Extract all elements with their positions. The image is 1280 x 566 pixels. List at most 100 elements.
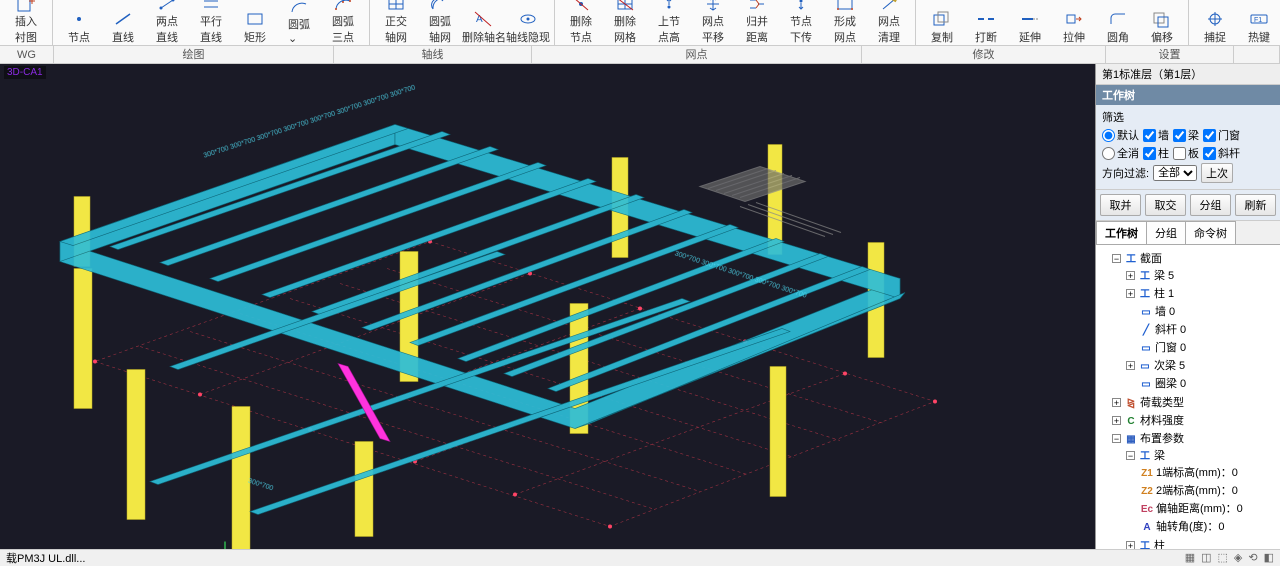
up-node-hi-button[interactable]: 上节点高 xyxy=(649,1,689,45)
status-icon[interactable]: ◧ xyxy=(1264,551,1274,564)
parallel-line-button[interactable]: 平行直线 xyxy=(191,1,231,45)
item-label: 斜杆 0 xyxy=(1155,324,1186,336)
status-icon[interactable]: ◈ xyxy=(1234,551,1242,564)
btn-3[interactable]: 刷新 xyxy=(1235,194,1276,216)
panel-tabs: 工作树分组命令树 xyxy=(1096,221,1280,245)
tab-1[interactable]: 分组 xyxy=(1146,221,1186,244)
rect-label: 矩形 xyxy=(244,29,266,45)
merge-dist-button[interactable]: 归并距离 xyxy=(737,1,777,45)
insert-template-button[interactable]: 插入衬图 xyxy=(6,1,46,45)
cb-brace[interactable]: 斜杆 xyxy=(1203,145,1240,161)
parallel-line-label: 平行直线 xyxy=(200,13,222,45)
btn-1[interactable]: 取交 xyxy=(1145,194,1186,216)
toggle-icon[interactable]: + xyxy=(1126,541,1135,549)
btn-2[interactable]: 分组 xyxy=(1190,194,1231,216)
cb-wall[interactable]: 墙 xyxy=(1143,127,1169,143)
toggle-icon[interactable]: + xyxy=(1112,416,1121,425)
form-grid-icon xyxy=(833,0,857,13)
fillet-button[interactable]: 圆角 xyxy=(1098,1,1138,45)
tree-load[interactable]: 荷载类型 xyxy=(1140,397,1184,409)
cb-beam[interactable]: 梁 xyxy=(1173,127,1199,143)
grid-clean-button[interactable]: 网点清理 xyxy=(869,1,909,45)
tree-layout[interactable]: 布置参数 xyxy=(1140,433,1184,445)
arc-button[interactable]: 圆弧⌄ xyxy=(279,1,319,45)
tree-param[interactable]: A轴转角(度)：0 xyxy=(1140,517,1278,535)
axis-show-label: 轴线隐现 xyxy=(506,29,550,45)
cb-col[interactable]: 柱 xyxy=(1143,145,1169,161)
twopoint-line-button[interactable]: 两点直线 xyxy=(147,1,187,45)
status-icon[interactable]: ▦ xyxy=(1185,551,1195,564)
tree-beam[interactable]: 梁 xyxy=(1154,450,1165,462)
tab-0[interactable]: 工作树 xyxy=(1096,221,1147,244)
toggle-icon[interactable]: + xyxy=(1126,361,1135,370)
tree-item[interactable]: ▭圈梁 0 xyxy=(1126,374,1278,392)
ortho-axis-button[interactable]: 正交轴网 xyxy=(376,1,416,45)
tree-section[interactable]: 截面 xyxy=(1140,253,1162,265)
group-label-6 xyxy=(1234,46,1280,63)
tree-param[interactable]: Ec偏轴距离(mm)：0 xyxy=(1140,499,1278,517)
tree-item[interactable]: +工梁 5 xyxy=(1126,266,1278,284)
radio-allcancel[interactable]: 全消 xyxy=(1102,145,1139,161)
tree-item[interactable]: ╱斜杆 0 xyxy=(1126,320,1278,338)
tree-col[interactable]: 柱 xyxy=(1154,540,1165,549)
viewport-3d[interactable]: 3D-CA1 xyxy=(0,64,1095,549)
copy-button[interactable]: 复制 xyxy=(922,1,962,45)
offset-button[interactable]: 偏移 xyxy=(1142,1,1182,45)
item-icon: 工 xyxy=(1138,287,1152,299)
tree-item[interactable]: ▭墙 0 xyxy=(1126,302,1278,320)
dir-select[interactable]: 全部 xyxy=(1153,165,1197,181)
arc-axis-button[interactable]: 圆弧轴网 xyxy=(420,1,460,45)
grid-move-button[interactable]: 网点平移 xyxy=(693,1,733,45)
tree-param[interactable]: Z22端标高(mm)：0 xyxy=(1140,481,1278,499)
status-icon[interactable]: ⟲ xyxy=(1248,551,1257,564)
grid-clean-icon xyxy=(877,0,901,13)
del-grid-button[interactable]: 删除网格 xyxy=(605,1,645,45)
section-icon: 工 xyxy=(1124,252,1138,264)
item-icon: 工 xyxy=(1138,269,1152,281)
toggle-icon[interactable]: − xyxy=(1112,254,1121,263)
cb-windoor[interactable]: 门窗 xyxy=(1203,127,1240,143)
tree-item[interactable]: ▭门窗 0 xyxy=(1126,338,1278,356)
work-tree[interactable]: −工截面 +工梁 5+工柱 1▭墙 0╱斜杆 0▭门窗 0+▭次梁 5▭圈梁 0… xyxy=(1096,245,1280,549)
tree-item[interactable]: +工柱 1 xyxy=(1126,284,1278,302)
toggle-icon[interactable]: + xyxy=(1126,289,1135,298)
node-button[interactable]: 节点 xyxy=(59,1,99,45)
parallel-line-icon xyxy=(199,0,223,13)
status-icon[interactable]: ◫ xyxy=(1201,551,1211,564)
line-button[interactable]: 直线 xyxy=(103,1,143,45)
hotkey-button[interactable]: F1热键 xyxy=(1239,1,1279,45)
toggle-icon[interactable]: + xyxy=(1112,398,1121,407)
break-button[interactable]: 打断 xyxy=(966,1,1006,45)
btn-prev[interactable]: 上次 xyxy=(1201,163,1233,183)
arc-3pt-label: 圆弧三点 xyxy=(332,13,354,45)
btn-0[interactable]: 取并 xyxy=(1100,194,1141,216)
tree-material[interactable]: 材料强度 xyxy=(1140,415,1184,427)
extend-button[interactable]: 延伸 xyxy=(1010,1,1050,45)
arc-3pt-button[interactable]: 圆弧三点 xyxy=(323,1,363,45)
node-down-button[interactable]: 节点下传 xyxy=(781,1,821,45)
rect-button[interactable]: 矩形 xyxy=(235,1,275,45)
form-grid-button[interactable]: 形成网点 xyxy=(825,1,865,45)
insert-template-label: 插入衬图 xyxy=(15,13,37,45)
grid-move-label: 网点平移 xyxy=(702,13,724,45)
del-axis-name-button[interactable]: A删除轴名 xyxy=(464,1,504,45)
status-icon[interactable]: ⬚ xyxy=(1218,551,1228,564)
snap-button[interactable]: 捕捉 xyxy=(1195,1,1235,45)
stretch-button[interactable]: 拉伸 xyxy=(1054,1,1094,45)
ribbon-group-4: 复制打断延伸拉伸圆角偏移 xyxy=(916,0,1189,45)
toggle-icon[interactable]: + xyxy=(1126,271,1135,280)
main-area: 3D-CA1 xyxy=(0,64,1280,549)
toggle-icon[interactable]: − xyxy=(1126,451,1135,460)
radio-default[interactable]: 默认 xyxy=(1102,127,1139,143)
axis-show-button[interactable]: 轴线隐现 xyxy=(508,1,548,45)
ribbon-group-3: 删除节点删除网格上节点高网点平移归并距离节点下传形成网点网点清理 xyxy=(555,0,916,45)
toggle-icon[interactable]: − xyxy=(1112,434,1121,443)
cb-slab[interactable]: 板 xyxy=(1173,145,1199,161)
tree-item[interactable]: +▭次梁 5 xyxy=(1126,356,1278,374)
del-node-button[interactable]: 删除节点 xyxy=(561,1,601,45)
copy-icon xyxy=(930,9,954,29)
tab-2[interactable]: 命令树 xyxy=(1185,221,1236,244)
ribbon-group-5: 捕捉F1热键显示⌄ xyxy=(1189,0,1280,45)
tree-param[interactable]: Z11端标高(mm)：0 xyxy=(1140,463,1278,481)
param-icon: Z1 xyxy=(1140,468,1154,480)
